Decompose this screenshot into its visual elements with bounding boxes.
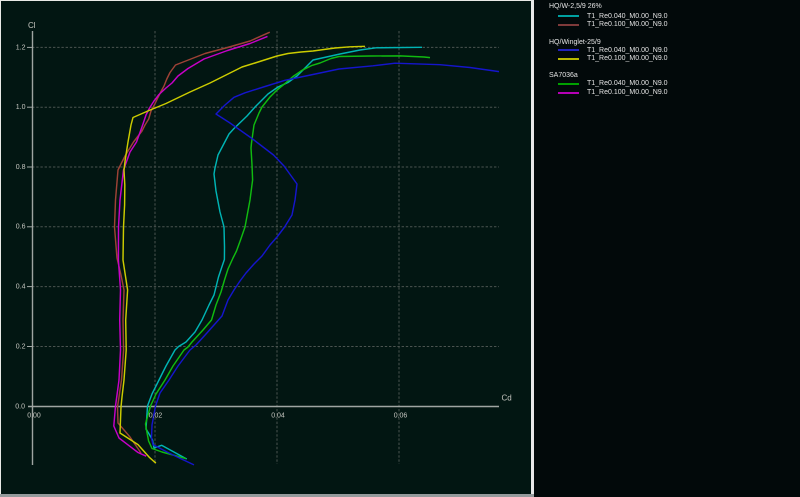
- svg-text:0.00: 0.00: [27, 412, 41, 419]
- svg-text:Cd: Cd: [502, 393, 512, 402]
- svg-text:0.6: 0.6: [16, 224, 26, 231]
- svg-text:Cl: Cl: [28, 21, 36, 30]
- svg-text:0.0: 0.0: [15, 404, 25, 411]
- svg-text:1.0: 1.0: [16, 104, 26, 111]
- svg-text:0.2: 0.2: [16, 343, 26, 350]
- svg-text:0.8: 0.8: [16, 164, 26, 171]
- svg-text:0.04: 0.04: [271, 412, 285, 419]
- svg-text:0.02: 0.02: [149, 412, 163, 419]
- svg-text:1.2: 1.2: [16, 44, 26, 51]
- svg-text:0.4: 0.4: [16, 284, 26, 291]
- svg-text:0.06: 0.06: [394, 412, 408, 419]
